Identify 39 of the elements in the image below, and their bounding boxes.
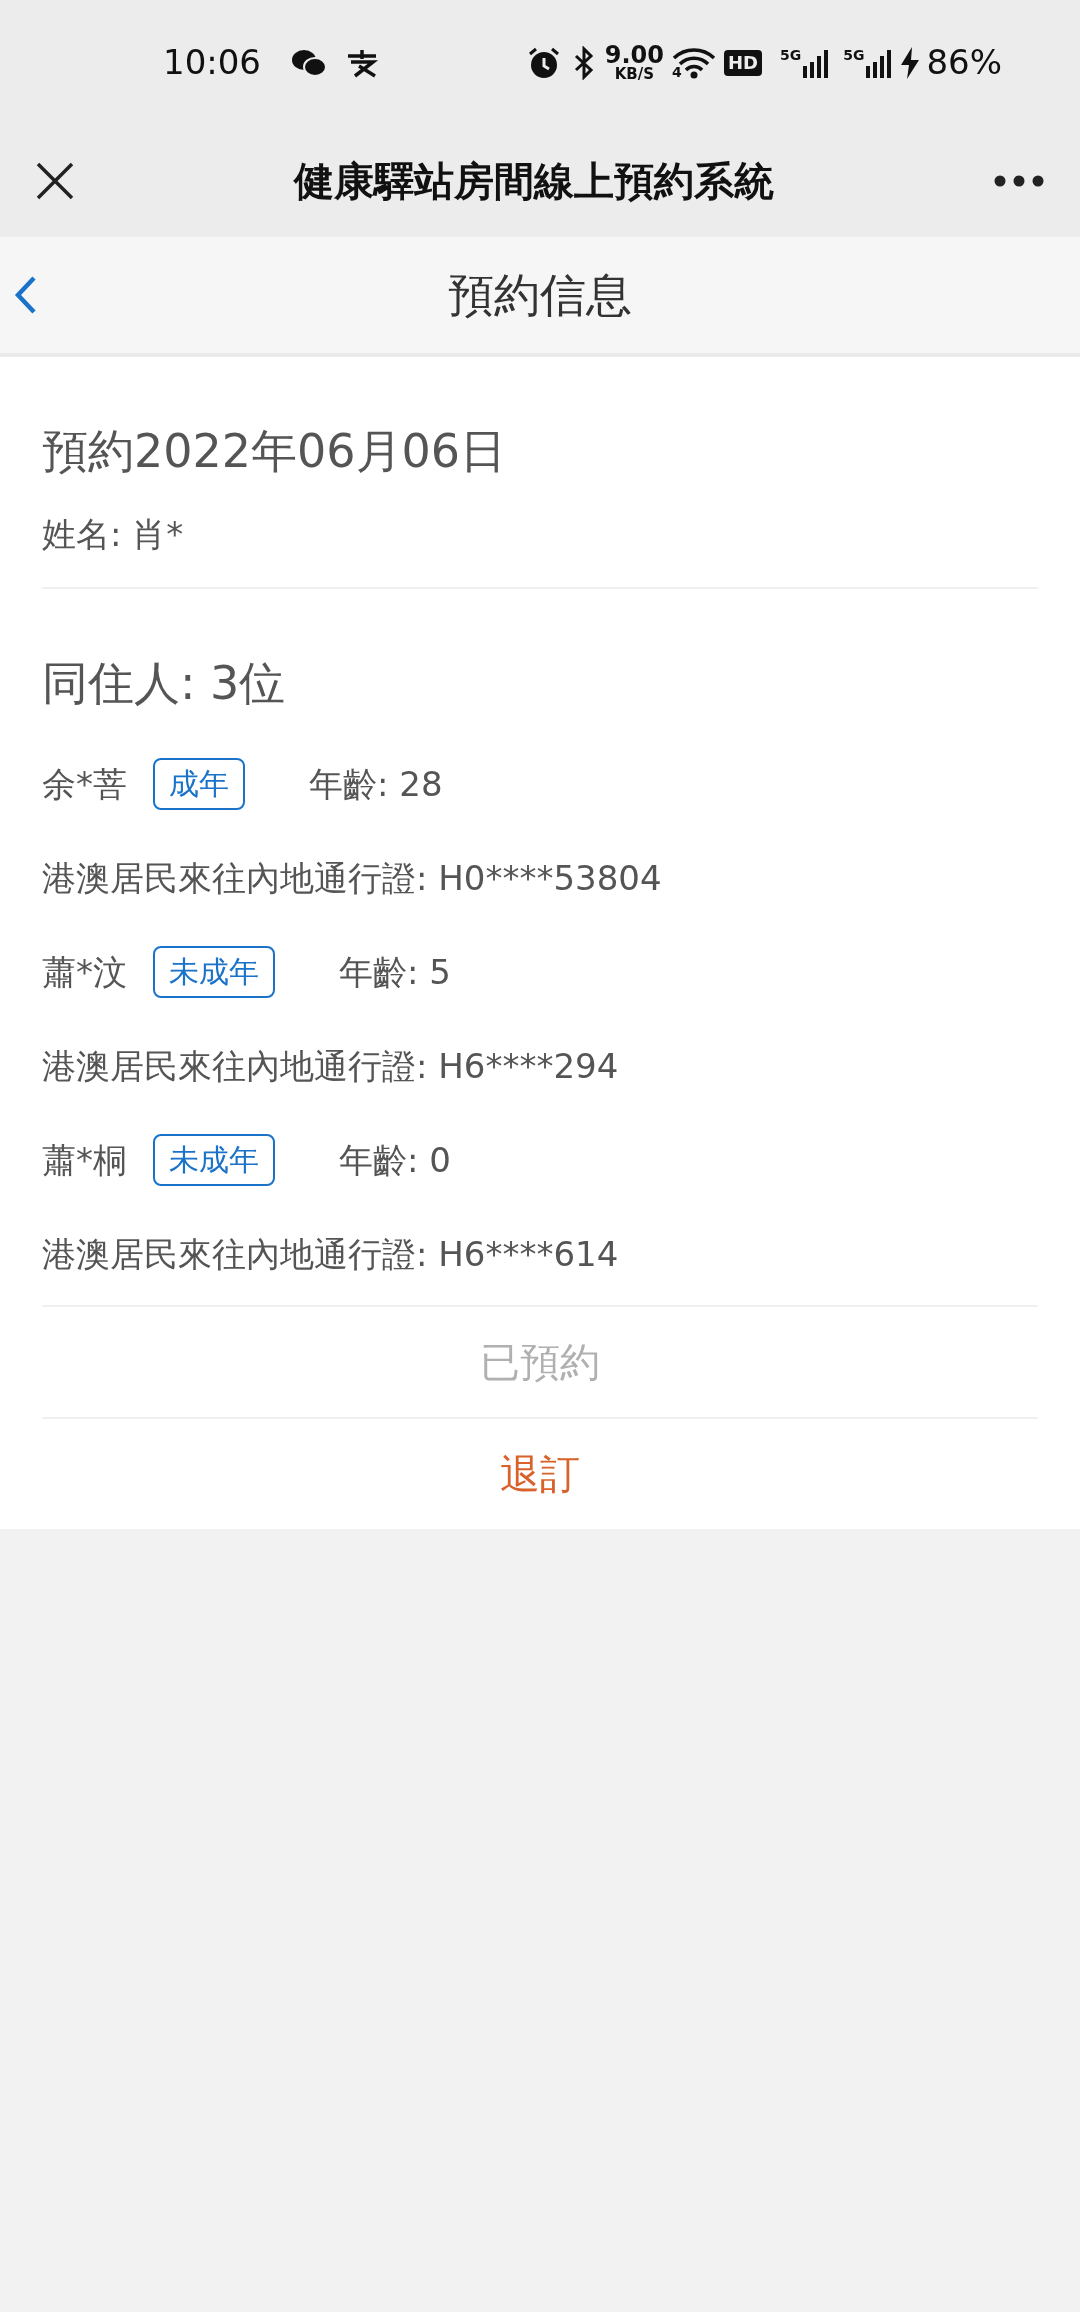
- travel-permit: 港澳居民來往內地通行證: H0****53804: [42, 857, 663, 900]
- booking-date: 預約2022年06月06日: [42, 423, 508, 480]
- signal-icon: [866, 47, 893, 78]
- signal-icon: [803, 47, 830, 78]
- back-button[interactable]: [14, 275, 38, 315]
- back-icon: [14, 275, 38, 315]
- companion-name: 蕭*汶: [42, 950, 127, 994]
- cancel-booking-button[interactable]: 退訂: [42, 1419, 1038, 1529]
- companion-name: 余*菩: [42, 762, 127, 806]
- companion-age: 年齡: 28: [309, 762, 443, 806]
- charging-icon: [900, 46, 921, 79]
- wifi-icon: [671, 46, 716, 79]
- guest-name: 姓名: 肖*: [42, 513, 185, 556]
- window-title: 健康驛站房間線上預約系統: [292, 157, 775, 206]
- network-label: 5G: [843, 47, 865, 62]
- close-button[interactable]: [34, 160, 76, 202]
- alarm-icon: [526, 45, 561, 80]
- chat-icon: [291, 47, 327, 78]
- wifi-label: 4: [671, 63, 683, 82]
- hd-badge: HD: [723, 49, 762, 76]
- bluetooth-icon: [572, 45, 595, 80]
- travel-permit: 港澳居民來往內地通行證: H6****614: [42, 1233, 620, 1276]
- travel-permit: 港澳居民來往內地通行證: H6****294: [42, 1045, 620, 1088]
- age-group-tag: 未成年: [153, 946, 275, 998]
- companion-age: 年齡: 5: [339, 950, 451, 994]
- companions-heading: 同住人: 3位: [42, 655, 287, 712]
- speed-value: 9.00: [604, 43, 664, 67]
- age-group-tag: 成年: [153, 758, 245, 810]
- close-icon: [36, 162, 74, 200]
- companion-name: 蕭*桐: [42, 1138, 127, 1182]
- page-title: 預約信息: [448, 266, 632, 324]
- companion-age: 年齡: 0: [339, 1138, 451, 1182]
- status-time: 10:06: [163, 41, 261, 84]
- payment-icon: [345, 47, 379, 78]
- speed-unit: KB/S: [614, 67, 654, 82]
- age-group-tag: 未成年: [153, 1134, 275, 1186]
- battery-percent: 86%: [926, 41, 1002, 84]
- network-label: 5G: [779, 47, 802, 62]
- more-icon: [994, 175, 1044, 187]
